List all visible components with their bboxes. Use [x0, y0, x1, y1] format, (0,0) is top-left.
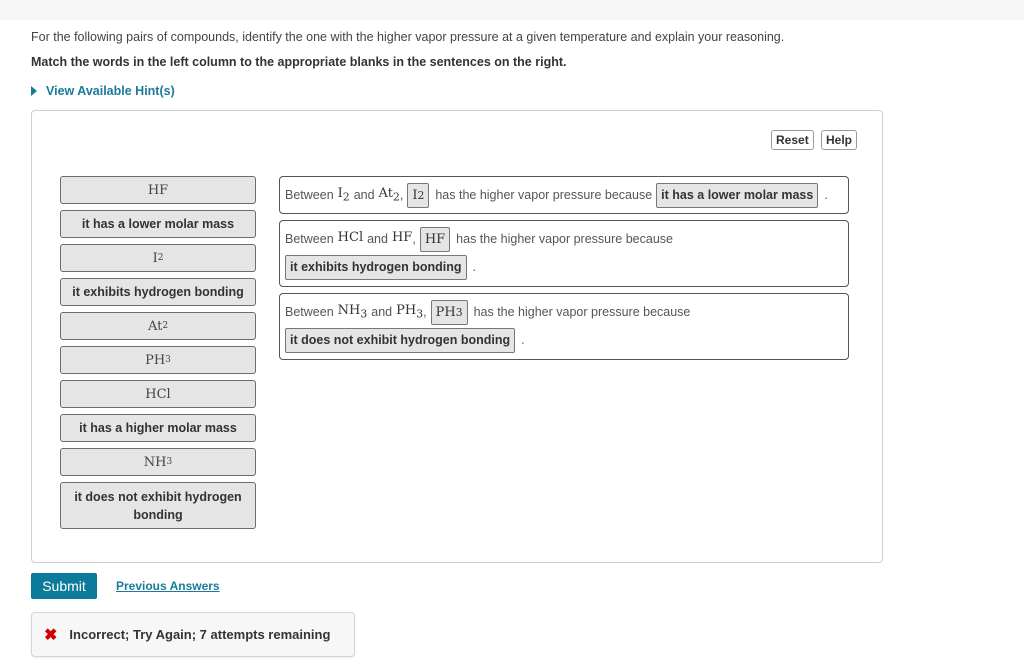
- blank-compound-2[interactable]: HF: [419, 226, 451, 252]
- reset-button[interactable]: Reset: [771, 130, 814, 150]
- blank-text: HF: [424, 231, 446, 247]
- compound-b: PH3: [396, 303, 423, 321]
- view-hints-link[interactable]: View Available Hint(s): [31, 84, 175, 98]
- blank-subscript: 2: [417, 188, 425, 202]
- top-bar: [0, 0, 1024, 20]
- compound-text: HF: [391, 230, 413, 246]
- blank-compound-1[interactable]: I2: [407, 182, 430, 208]
- sentence-line: it exhibits hydrogen bonding .: [285, 253, 843, 281]
- previous-answers-link[interactable]: Previous Answers: [116, 579, 220, 593]
- sentence-3: Between NH3 and PH3, PH 3 has the higher …: [279, 293, 849, 360]
- chip-subscript: 2: [162, 321, 169, 331]
- compound-text: NH: [337, 303, 361, 319]
- chip-subscript: 3: [166, 457, 173, 467]
- question-intro: For the following pairs of compounds, id…: [31, 30, 785, 44]
- word-chip-exhibits-hbond[interactable]: it exhibits hydrogen bonding: [60, 278, 256, 306]
- sentence-text: and: [371, 305, 393, 319]
- sentence-2: Between HCl and HF, HF has the higher va…: [279, 220, 849, 287]
- chip-subscript: 3: [165, 355, 171, 365]
- submit-button[interactable]: Submit: [31, 573, 97, 599]
- compound-b: HF: [392, 230, 412, 248]
- compound-a: NH3: [338, 303, 368, 321]
- sentence-text: and: [353, 188, 375, 202]
- sentence-line: it does not exhibit hydrogen bonding .: [285, 326, 843, 354]
- word-chip-ph3[interactable]: PH 3: [60, 346, 256, 374]
- chip-text: PH: [145, 352, 166, 368]
- compound-subscript: 2: [342, 190, 350, 204]
- blank-reason-1[interactable]: it has a lower molar mass: [656, 182, 819, 208]
- blank-reason-2[interactable]: it exhibits hydrogen bonding: [285, 254, 467, 280]
- compound-subscript: 3: [360, 307, 368, 321]
- sentence-line: Between HCl and HF, HF has the higher va…: [285, 225, 843, 253]
- word-chip-lower-molar-mass[interactable]: it has a lower molar mass: [60, 210, 256, 238]
- sentence-text: Between: [285, 305, 334, 319]
- blank-text: PH: [435, 304, 456, 320]
- word-chip-no-hbond[interactable]: it does not exhibit hydrogen bonding: [60, 482, 256, 529]
- blank-subscript: 3: [455, 305, 463, 319]
- compound-b: At2: [379, 186, 400, 204]
- compound-text: At: [378, 186, 393, 202]
- word-chip-i2[interactable]: I2: [60, 244, 256, 272]
- chip-text: HF: [147, 182, 169, 198]
- feedback-message: Incorrect; Try Again; 7 attempts remaini…: [69, 627, 331, 642]
- sentence-text: Between: [285, 188, 334, 202]
- comma: ,: [423, 305, 427, 319]
- sentence-text: has the higher vapor pressure because: [435, 188, 653, 202]
- sentence-1: Between I2 and At2, I2 has the higher va…: [279, 176, 849, 214]
- feedback-box: ✖ Incorrect; Try Again; 7 attempts remai…: [31, 612, 355, 657]
- sentence-line: Between NH3 and PH3, PH 3 has the higher …: [285, 298, 843, 326]
- blank-compound-3[interactable]: PH 3: [430, 299, 468, 325]
- chip-subscript: 2: [157, 253, 164, 263]
- caret-right-icon: [31, 86, 37, 96]
- compound-subscript: 3: [416, 307, 424, 321]
- chip-text: HCl: [145, 386, 171, 402]
- chip-text: At: [147, 318, 163, 334]
- compound-subscript: 2: [392, 190, 400, 204]
- chip-text: NH: [143, 454, 167, 470]
- sentence-text: has the higher vapor pressure because: [473, 305, 691, 319]
- question-instruction: Match the words in the left column to th…: [31, 55, 567, 69]
- view-hints-label: View Available Hint(s): [46, 84, 175, 98]
- period: .: [521, 333, 525, 347]
- word-chip-nh3[interactable]: NH 3: [60, 448, 256, 476]
- word-chip-hcl[interactable]: HCl: [60, 380, 256, 408]
- compound-a: I2: [338, 186, 350, 204]
- blank-reason-3[interactable]: it does not exhibit hydrogen bonding: [285, 327, 516, 353]
- sentence-line: Between I2 and At2, I2 has the higher va…: [285, 181, 843, 209]
- compound-text: PH: [396, 303, 417, 319]
- period: .: [824, 188, 828, 202]
- comma: ,: [399, 188, 404, 202]
- incorrect-x-icon: ✖: [44, 626, 58, 644]
- help-button[interactable]: Help: [821, 130, 858, 150]
- sentence-text: and: [367, 232, 388, 246]
- word-chip-higher-molar-mass[interactable]: it has a higher molar mass: [60, 414, 256, 442]
- compound-text: HCl: [337, 230, 364, 246]
- sentence-text: has the higher vapor pressure because: [456, 232, 673, 246]
- comma: ,: [412, 232, 416, 246]
- sentence-text: Between: [285, 232, 334, 246]
- period: .: [472, 260, 477, 274]
- word-chip-hf[interactable]: HF: [60, 176, 256, 204]
- word-chip-at2[interactable]: At 2: [60, 312, 256, 340]
- compound-a: HCl: [338, 230, 363, 248]
